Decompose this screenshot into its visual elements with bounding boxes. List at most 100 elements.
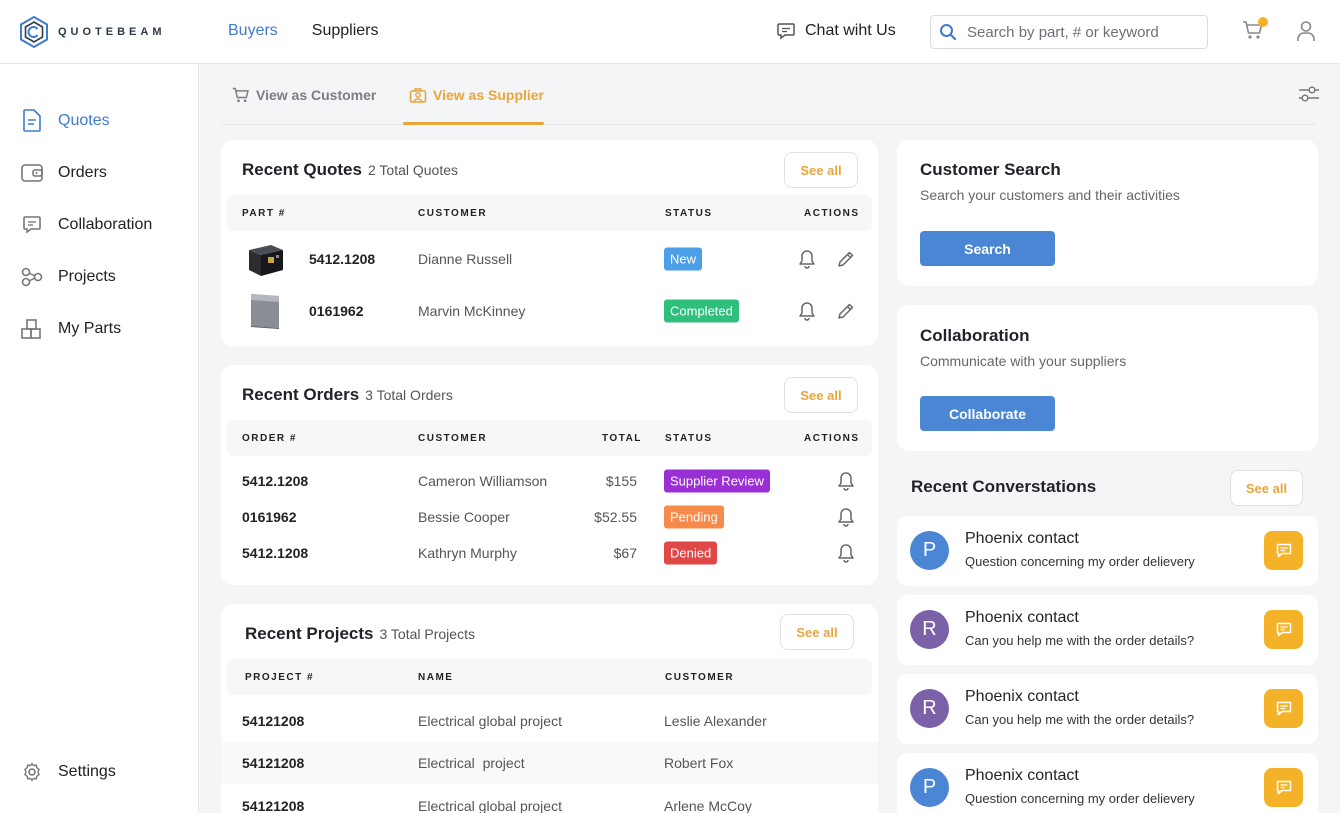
sliders-icon [1299, 86, 1319, 102]
customer-name: Marvin McKinney [418, 303, 526, 319]
message-icon [1276, 701, 1291, 715]
project-name: Electrical global project [418, 713, 562, 729]
tab-view-as-supplier[interactable]: View as Supplier [409, 86, 544, 104]
part-thumbnail [249, 245, 283, 276]
quote-document-icon [20, 109, 43, 132]
card-title-text: Recent Orders [242, 385, 360, 404]
chat-link[interactable]: Chat wiht Us [776, 21, 896, 41]
filter-settings-button[interactable] [1298, 84, 1320, 109]
header-actions: ACTIONS [804, 433, 860, 444]
conversation-name: Phoenix contact [965, 767, 1079, 784]
customer-search-card: Customer Search Search your customers an… [897, 140, 1318, 286]
conversation-message: Question concerning my order delievery [965, 791, 1195, 806]
customer-name: Kathryn Murphy [418, 545, 517, 561]
table-row[interactable]: 0161962 Bessie Cooper $52.55 Pending [221, 497, 878, 537]
customer-name: Bessie Cooper [418, 509, 510, 525]
orders-table-header: ORDER # CUSTOMER TOTAL STATUS ACTIONS [227, 420, 872, 456]
table-row[interactable]: 54121208 Electrical global project Arlen… [221, 785, 878, 813]
top-nav: Buyers Suppliers [228, 22, 379, 40]
nav-buyers[interactable]: Buyers [228, 22, 278, 40]
notify-button[interactable] [796, 248, 818, 270]
notify-button[interactable] [835, 470, 857, 492]
recent-quotes-card: Recent Quotes 2 Total Quotes See all PART… [221, 140, 878, 346]
conversation-name: Phoenix contact [965, 609, 1079, 626]
table-row[interactable]: 54121208 Electrical project Robert Fox [221, 742, 878, 784]
customer-name: Leslie Alexander [664, 713, 767, 729]
edit-button[interactable] [835, 300, 857, 322]
conversation-message: Question concerning my order delievery [965, 554, 1195, 569]
order-total: $67 [613, 545, 637, 561]
brand-logo[interactable]: QUOTEBEAM [20, 16, 166, 48]
table-row[interactable]: 5412.1208 Dianne Russell New [221, 238, 878, 280]
customer-search-button[interactable]: Search [920, 231, 1055, 266]
conversation-item[interactable]: R Phoenix contact Can you help me with t… [897, 674, 1318, 744]
recent-quotes-title: Recent Quotes 2 Total Quotes [242, 160, 458, 180]
tab-view-as-customer[interactable]: View as Customer [232, 86, 376, 104]
open-conversation-button[interactable] [1264, 610, 1303, 649]
top-bar: QUOTEBEAM Buyers Suppliers Chat wiht Us [0, 0, 1340, 64]
customer-name: Cameron Williamson [418, 473, 548, 489]
conversation-message: Can you help me with the order details? [965, 633, 1195, 648]
table-row[interactable]: 0161962 Marvin McKinney Completed [221, 290, 878, 332]
quotes-see-all-button[interactable]: See all [784, 152, 858, 188]
conversations-see-all-button[interactable]: See all [1230, 470, 1303, 506]
header-customer: CUSTOMER [418, 208, 488, 219]
cart-icon [232, 87, 249, 103]
sidebar: Quotes Orders Collaboration Projects My … [0, 64, 199, 813]
table-row[interactable]: 5412.1208 Kathryn Murphy $67 Denied [221, 533, 878, 573]
conversation-name: Phoenix contact [965, 530, 1079, 547]
sidebar-item-projects[interactable]: Projects [20, 265, 116, 288]
sidebar-settings-label: Settings [58, 762, 116, 780]
collaboration-card: Collaboration Communicate with your supp… [897, 305, 1318, 451]
cart-button[interactable] [1242, 17, 1268, 46]
table-row[interactable]: 54121208 Electrical global project Lesli… [221, 700, 878, 742]
avatar: R [910, 610, 949, 649]
project-number: 54121208 [242, 798, 305, 813]
table-row[interactable]: 5412.1208 Cameron Williamson $155 Suppli… [221, 461, 878, 501]
open-conversation-button[interactable] [1264, 768, 1303, 807]
header-order: ORDER # [242, 433, 297, 444]
customer-search-title: Customer Search [920, 160, 1061, 179]
conversation-item[interactable]: R Phoenix contact Can you help me with t… [897, 595, 1318, 665]
customer-name: Robert Fox [664, 755, 734, 771]
conversation-item[interactable]: P Phoenix contact Question concerning my… [897, 516, 1318, 586]
quotes-table-header: PART # CUSTOMER STATUS ACTIONS [227, 195, 872, 231]
status-badge: New [664, 247, 703, 271]
sidebar-item-label: My Parts [58, 319, 122, 337]
user-menu-button[interactable] [1296, 20, 1316, 47]
sidebar-item-settings[interactable]: Settings [20, 760, 116, 783]
orders-see-all-button[interactable]: See all [784, 377, 858, 413]
notify-button[interactable] [835, 542, 857, 564]
collaboration-title: Collaboration [920, 326, 1030, 345]
sidebar-item-collaboration[interactable]: Collaboration [20, 213, 152, 236]
conversation-item[interactable]: P Phoenix contact Question concerning my… [897, 753, 1318, 813]
sidebar-item-my-parts[interactable]: My Parts [20, 317, 121, 340]
collaborate-button[interactable]: Collaborate [920, 396, 1055, 431]
supplier-icon [409, 88, 427, 103]
edit-button[interactable] [835, 248, 857, 270]
notify-button[interactable] [796, 300, 818, 322]
nav-suppliers[interactable]: Suppliers [312, 22, 379, 40]
sidebar-item-orders[interactable]: Orders [20, 161, 107, 184]
gear-icon [20, 760, 43, 783]
notify-button[interactable] [835, 506, 857, 528]
project-name: Electrical global project [418, 798, 562, 813]
pencil-icon [838, 251, 854, 267]
search-box [930, 15, 1208, 49]
part-number: 5412.1208 [309, 251, 376, 267]
project-number: 54121208 [242, 713, 305, 729]
project-name: Electrical project [418, 755, 525, 771]
active-tab-indicator [403, 122, 544, 125]
open-conversation-button[interactable] [1264, 531, 1303, 570]
bell-icon [838, 544, 854, 563]
part-thumbnail [251, 294, 279, 329]
open-conversation-button[interactable] [1264, 689, 1303, 728]
bell-icon [838, 472, 854, 491]
status-badge: Denied [664, 541, 718, 565]
projects-see-all-button[interactable]: See all [780, 614, 854, 650]
sidebar-item-quotes[interactable]: Quotes [20, 109, 110, 132]
sidebar-item-label: Quotes [58, 111, 110, 129]
orders-count: 3 Total Orders [365, 387, 453, 403]
search-input[interactable] [967, 23, 1187, 41]
customer-name: Dianne Russell [418, 251, 513, 267]
